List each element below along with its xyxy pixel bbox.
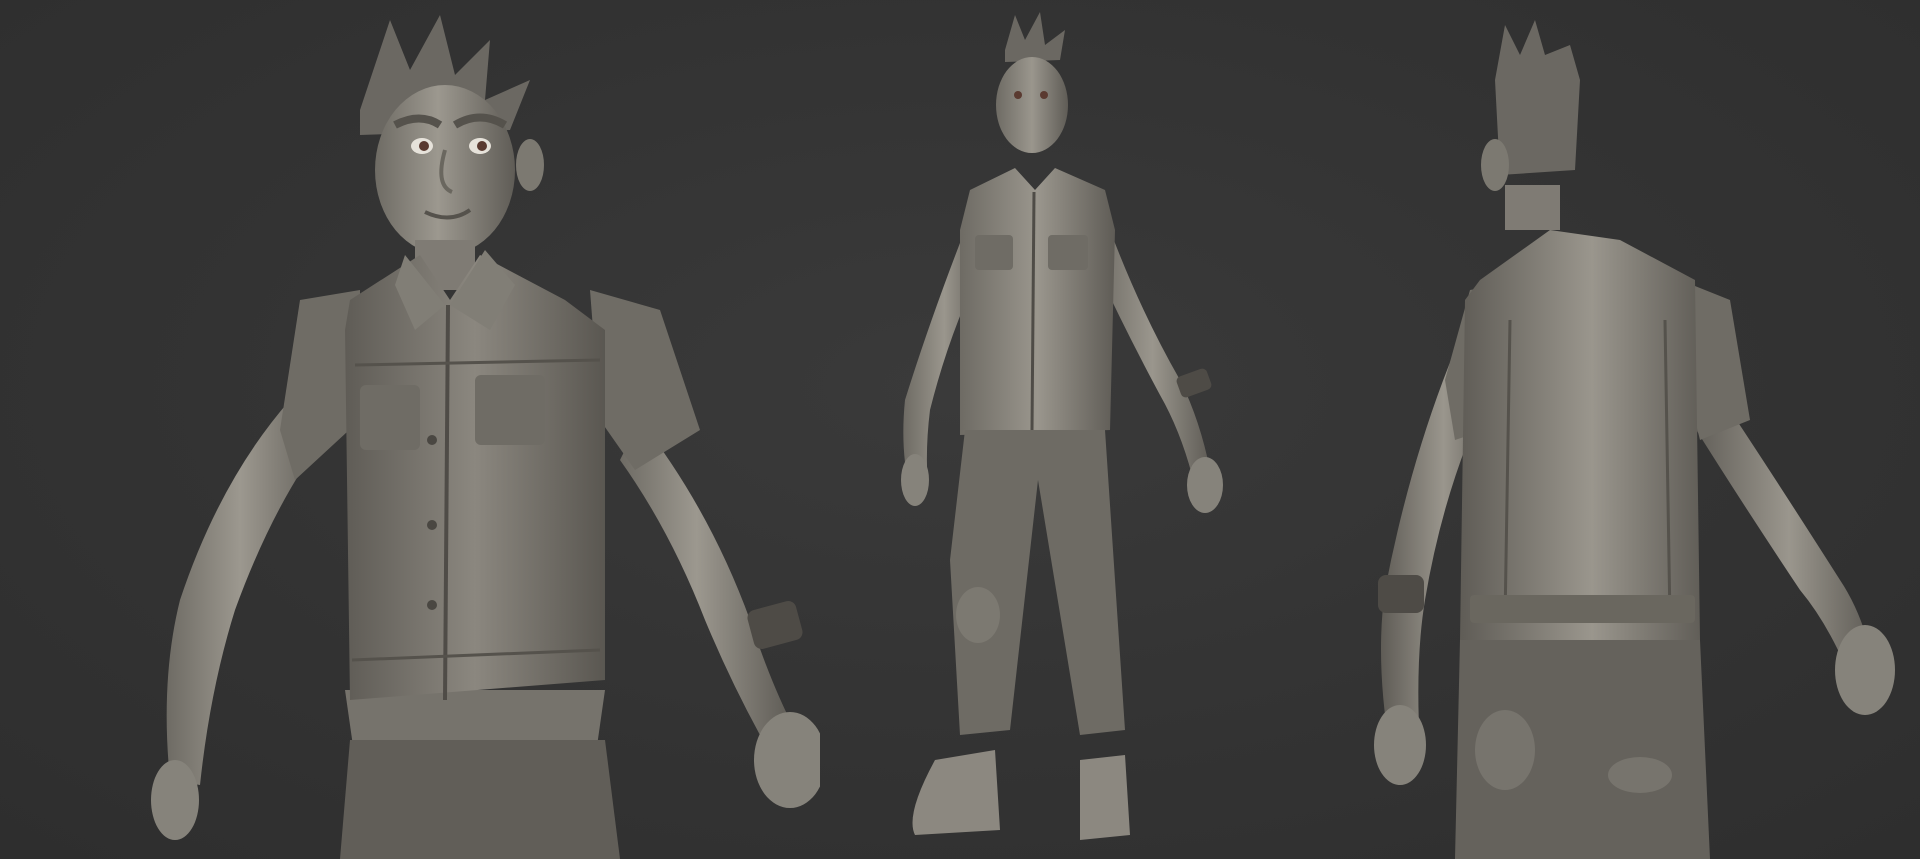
ear-shape xyxy=(1481,139,1509,191)
hair-shape xyxy=(1495,20,1580,175)
character-fullbody-front-view xyxy=(820,0,1260,859)
right-sleeve xyxy=(590,290,700,470)
torn-patch xyxy=(1608,757,1672,793)
character-back-render xyxy=(1374,20,1895,859)
torn-patch xyxy=(1475,710,1535,790)
denim-vest xyxy=(345,255,605,700)
head-shape xyxy=(375,85,515,255)
hair-shape xyxy=(1005,12,1065,62)
knee-pad xyxy=(956,587,1000,643)
character-back-view xyxy=(1280,0,1920,859)
vest-waistband xyxy=(1470,595,1695,623)
character-closeup-front-view xyxy=(60,0,820,859)
denim-vest xyxy=(960,168,1115,435)
head-shape xyxy=(996,57,1068,153)
character-closeup-render xyxy=(151,15,820,859)
pants-shape xyxy=(340,740,620,859)
denim-vest xyxy=(1460,230,1700,640)
neck-shape xyxy=(1505,185,1560,230)
sculpt-turnaround-canvas xyxy=(0,0,1920,859)
pants-shape xyxy=(950,430,1125,735)
pocket-left xyxy=(975,235,1013,270)
pocket-right xyxy=(475,375,545,445)
character-fullbody-render xyxy=(901,12,1223,840)
left-shoe xyxy=(912,750,1000,835)
right-arm xyxy=(620,420,790,735)
pocket-left xyxy=(360,385,420,450)
pocket-right xyxy=(1048,235,1088,270)
ear-shape xyxy=(516,139,544,191)
right-shoe xyxy=(1080,755,1130,840)
